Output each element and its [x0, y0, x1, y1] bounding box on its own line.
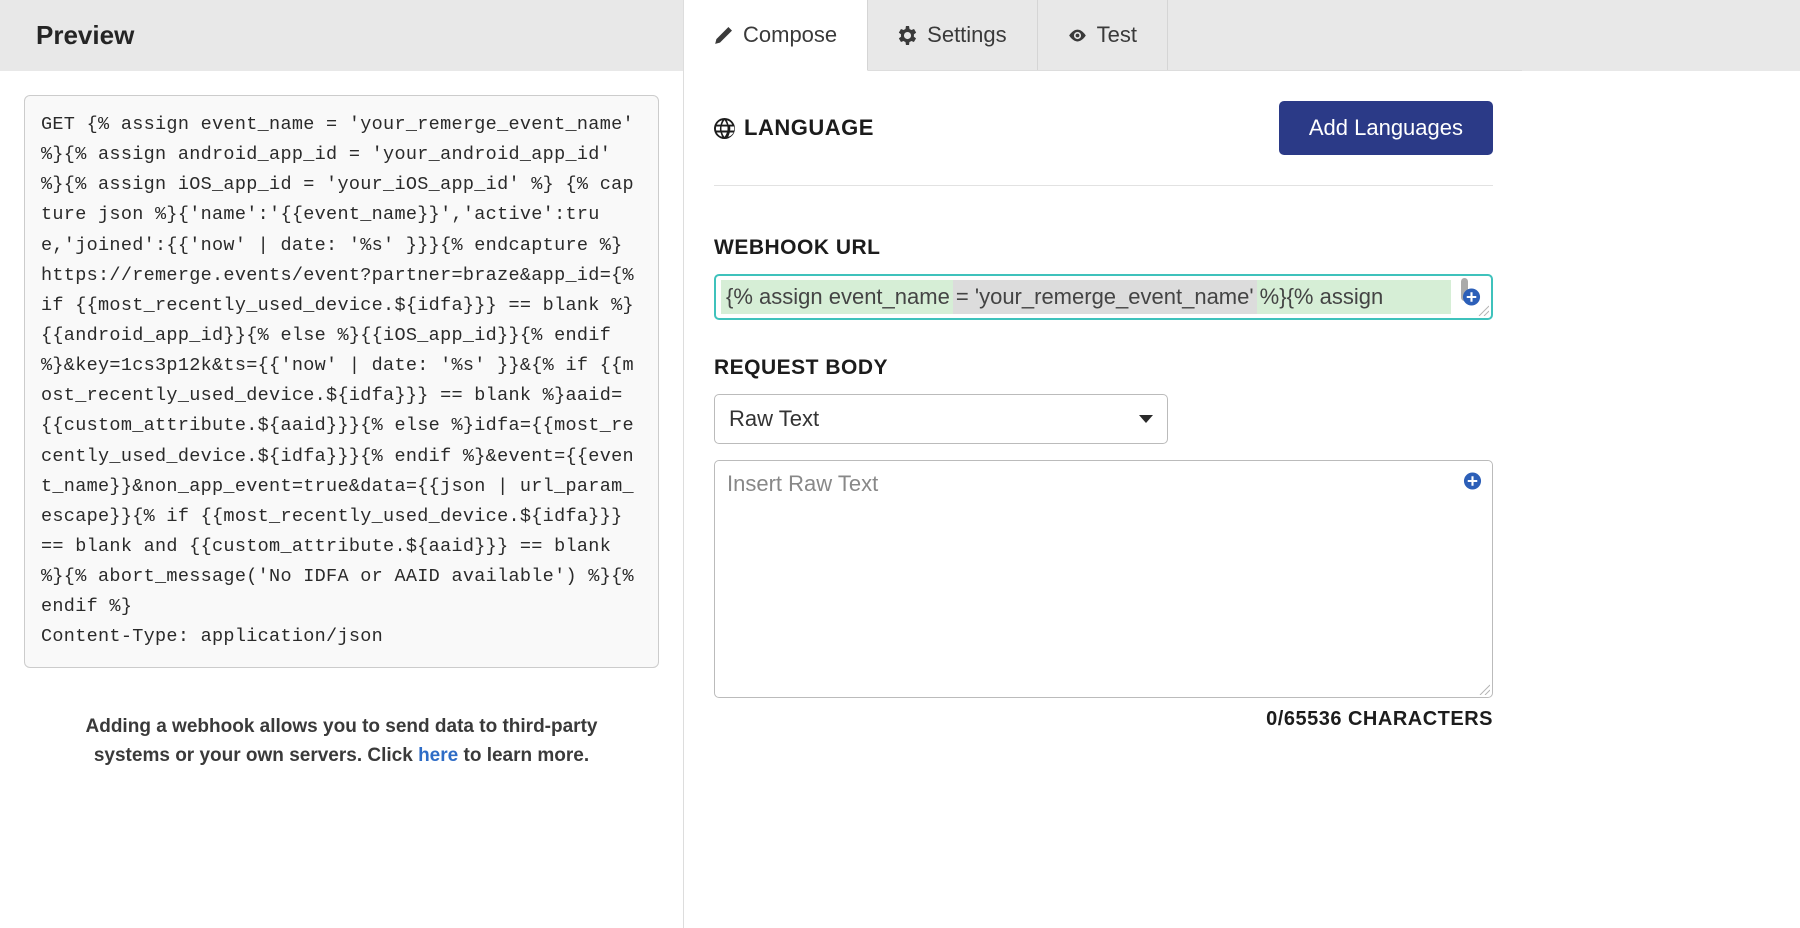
- tab-compose-label: Compose: [743, 22, 837, 48]
- body-type-selected: Raw Text: [729, 406, 819, 432]
- learn-more-link[interactable]: here: [418, 745, 458, 766]
- header-overflow: [1522, 0, 1800, 71]
- request-body-label: REQUEST BODY: [714, 356, 1493, 380]
- editor-panel: Compose Settings Test LANGUAGE Add Langu…: [683, 0, 1523, 928]
- raw-text-input[interactable]: [715, 461, 1492, 697]
- webhook-help-text: Adding a webhook allows you to send data…: [24, 712, 659, 771]
- gear-icon: [898, 26, 917, 45]
- add-liquid-icon[interactable]: [1463, 472, 1482, 491]
- preview-title: Preview: [36, 20, 134, 51]
- pencil-icon: [714, 26, 733, 45]
- tab-test[interactable]: Test: [1038, 0, 1168, 70]
- resize-handle[interactable]: [1478, 683, 1490, 695]
- language-label-text: LANGUAGE: [744, 115, 874, 141]
- webhook-url-field-wrap: [714, 274, 1493, 320]
- chevron-down-icon: [1139, 415, 1153, 423]
- eye-icon: [1068, 26, 1087, 45]
- tab-test-label: Test: [1097, 22, 1137, 48]
- webhook-url-input[interactable]: [716, 276, 1491, 318]
- preview-panel: Preview GET {% assign event_name = 'your…: [0, 0, 683, 928]
- webhook-url-label: WEBHOOK URL: [714, 236, 1493, 260]
- tab-bar: Compose Settings Test: [684, 0, 1523, 71]
- character-count: 0/65536 CHARACTERS: [714, 708, 1493, 731]
- globe-icon: [714, 118, 735, 139]
- tab-settings[interactable]: Settings: [868, 0, 1038, 70]
- body-type-select[interactable]: Raw Text: [714, 394, 1168, 444]
- preview-code: GET {% assign event_name = 'your_remerge…: [24, 95, 659, 668]
- tab-settings-label: Settings: [927, 22, 1007, 48]
- tab-compose[interactable]: Compose: [684, 0, 868, 71]
- help-text-suffix: to learn more.: [458, 745, 589, 766]
- add-languages-button[interactable]: Add Languages: [1279, 101, 1493, 155]
- raw-text-wrap: [714, 460, 1493, 698]
- language-label: LANGUAGE: [714, 115, 874, 141]
- resize-handle[interactable]: [1477, 304, 1489, 316]
